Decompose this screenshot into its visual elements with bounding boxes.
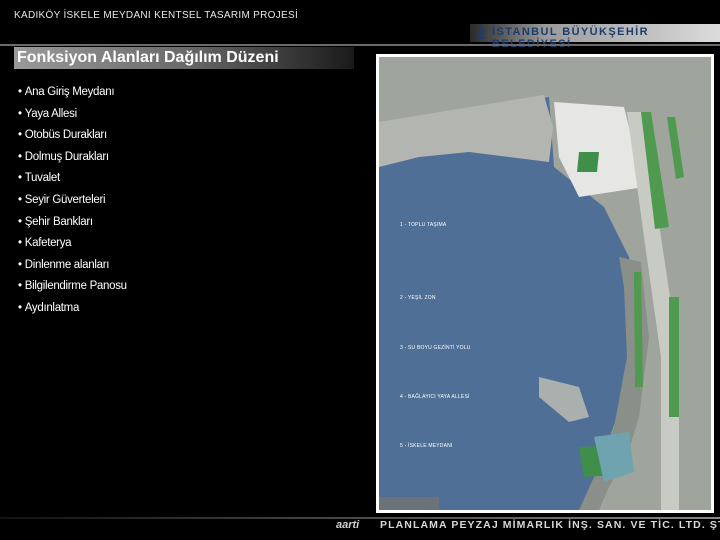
bullet-item: • Seyir Güverteleri xyxy=(18,194,127,216)
header-divider xyxy=(0,44,720,46)
bullet-text: Ana Giriş Meydanı xyxy=(24,86,115,98)
bullet-dot-icon: • xyxy=(18,237,22,250)
project-title: KADIKÖY İSKELE MEYDANI KENTSEL TASARIM P… xyxy=(14,10,299,21)
bullet-dot-icon: • xyxy=(18,86,22,98)
bullet-text: Tuvalet xyxy=(24,172,60,185)
municipality-logo-text: İSTANBUL BÜYÜKŞEHİR BELEDİYESİ xyxy=(492,26,649,50)
bullet-text: Dolmuş Durakları xyxy=(24,150,109,163)
bullet-item: • Aydınlatma xyxy=(18,302,127,324)
bullet-dot-icon: • xyxy=(18,172,22,185)
zone-label: 3 - SU BOYU GEZİNTİ YOLU xyxy=(400,345,471,351)
bullet-item: • Bilgilendirme Panosu xyxy=(18,280,127,302)
bullet-dot-icon: • xyxy=(18,150,22,163)
bullet-text: Dinlenme alanları xyxy=(24,258,110,271)
bullet-item: • Dolmuş Durakları xyxy=(18,151,127,173)
zone-label: 5 - İSKELE MEYDANI xyxy=(400,443,453,449)
bullet-dot-icon: • xyxy=(18,258,22,271)
municipality-emblem-icon xyxy=(477,25,485,39)
bullet-text: Aydınlatma xyxy=(24,301,80,314)
slide-title: Fonksiyon Alanları Dağılım Düzeni xyxy=(17,49,279,66)
company-logo: aarti xyxy=(336,519,360,531)
bullet-dot-icon: • xyxy=(18,215,22,228)
bullet-dot-icon: • xyxy=(18,301,22,314)
company-name: PLANLAMA PEYZAJ MİMARLIK İNŞ. SAN. VE Tİ… xyxy=(380,519,720,531)
bullet-item: • Yaya Allesi xyxy=(18,108,127,130)
bullet-text: Otobüs Durakları xyxy=(24,129,107,142)
zone-label: 2 - YEŞİL ZON xyxy=(400,295,436,301)
bullet-text: Yaya Allesi xyxy=(24,107,77,120)
bullet-text: Seyir Güverteleri xyxy=(24,193,106,206)
slide-title-bar: Fonksiyon Alanları Dağılım Düzeni xyxy=(14,47,354,69)
function-area-list: • Ana Giriş Meydanı • Yaya Allesi • Otobüs Du… xyxy=(18,86,127,324)
bullet-text: Bilgilendirme Panosu xyxy=(24,280,127,293)
site-plan: 1 - TOPLU TAŞIMA 2 - YEŞİL ZON 3 - SU BOYU… xyxy=(376,54,714,513)
bullet-item: • Kafeterya xyxy=(18,237,127,259)
bullet-text: Kafeterya xyxy=(24,237,72,250)
bullet-item: • Ana Giriş Meydanı xyxy=(18,86,127,108)
bullet-text: Şehir Bankları xyxy=(24,215,93,228)
bullet-item: • Tuvalet xyxy=(18,172,127,194)
zone-label: 1 - TOPLU TAŞIMA xyxy=(400,222,447,228)
bullet-dot-icon: • xyxy=(18,107,22,120)
bullet-item: • Şehir Bankları xyxy=(18,216,127,238)
bullet-dot-icon: • xyxy=(18,280,22,293)
bullet-item: • Dinlenme alanları xyxy=(18,259,127,281)
bullet-dot-icon: • xyxy=(18,193,22,206)
bullet-dot-icon: • xyxy=(18,129,22,142)
bullet-item: • Otobüs Durakları xyxy=(18,129,127,151)
zone-label: 4 - BAĞLAYICI YAYA ALLESİ xyxy=(400,394,470,400)
